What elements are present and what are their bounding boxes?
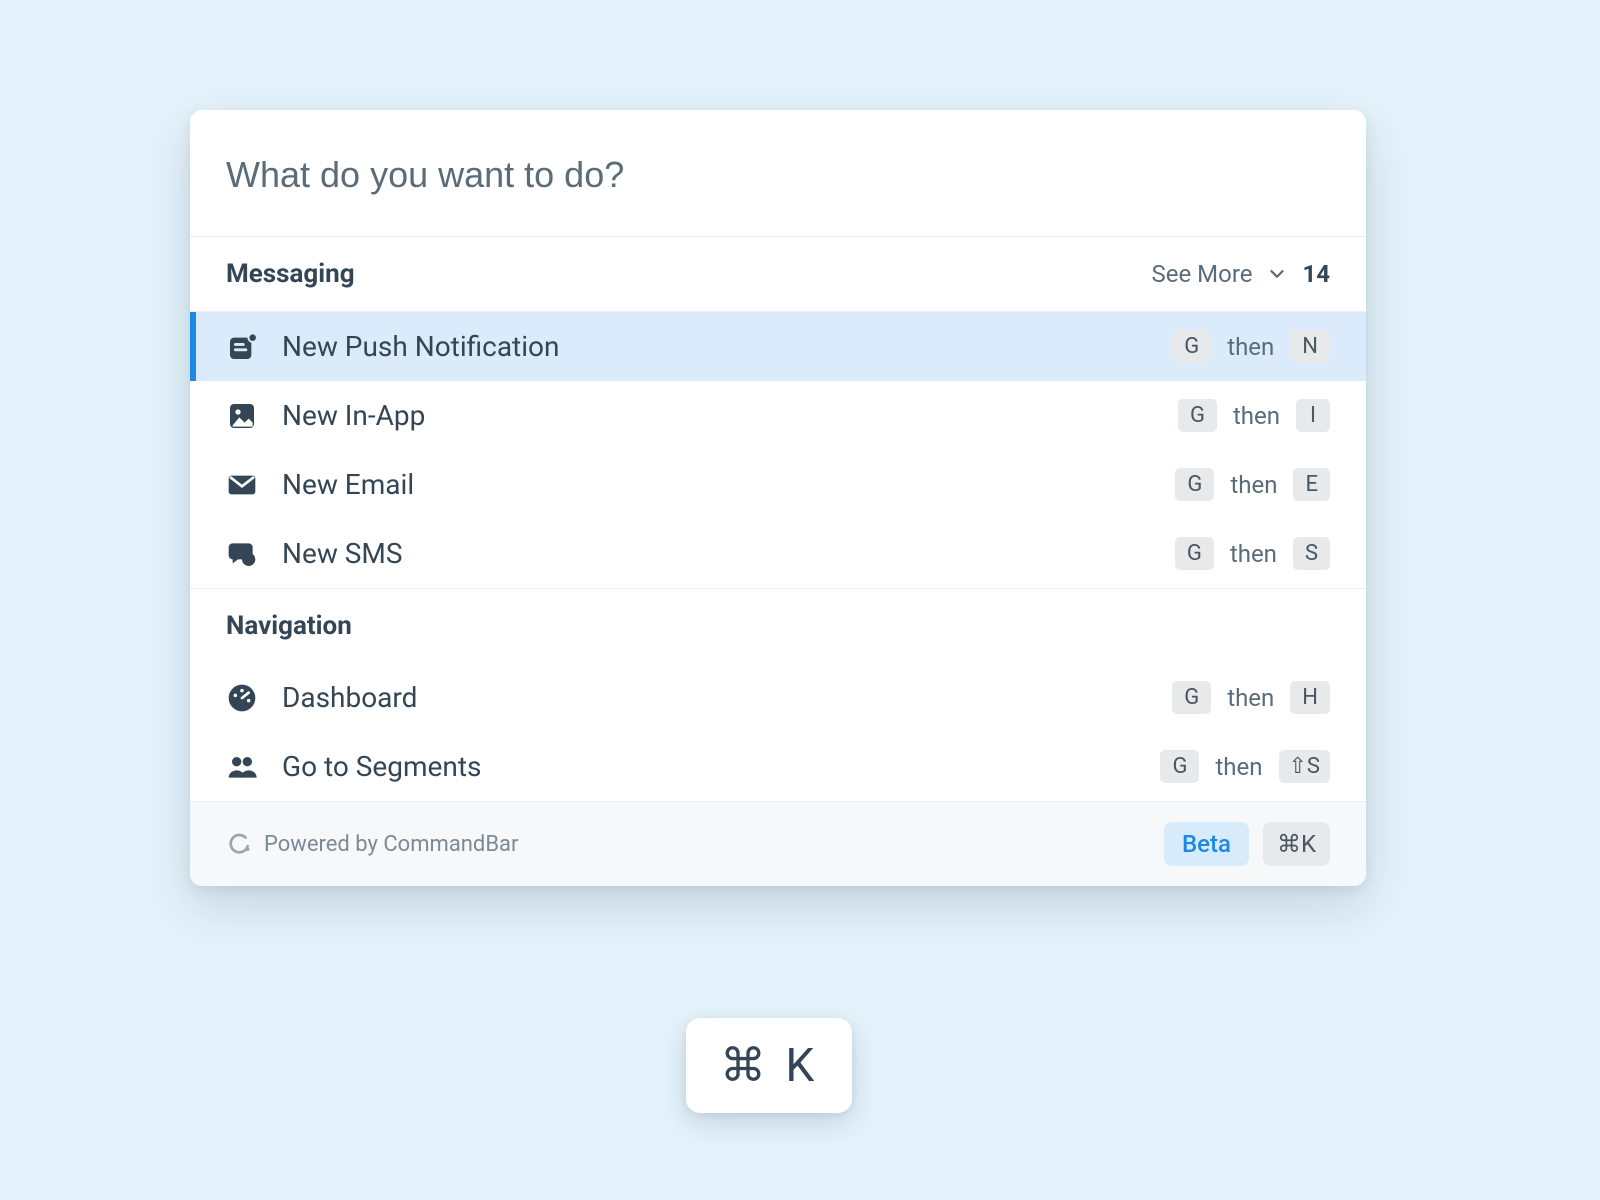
then-label: then (1233, 402, 1280, 430)
powered-by-label: Powered by CommandBar (264, 832, 518, 857)
command-label: New In-App (282, 399, 425, 432)
section-count: 14 (1302, 260, 1330, 288)
section-title: Messaging (226, 259, 355, 289)
command-label: Dashboard (282, 681, 417, 714)
section-header-navigation: Navigation (190, 589, 1366, 663)
palette-footer: Powered by CommandBar Beta ⌘K (190, 801, 1366, 886)
powered-by: Powered by CommandBar (226, 831, 518, 857)
key: G (1172, 330, 1211, 363)
command-item-new-email[interactable]: New Email G then E (190, 450, 1366, 519)
command-item-go-to-segments[interactable]: Go to Segments G then ⇧S (190, 732, 1366, 801)
command-label: New SMS (282, 537, 403, 570)
key: N (1290, 330, 1330, 363)
command-shortcut: G then N (1172, 330, 1330, 363)
command-label: New Email (282, 468, 414, 501)
key: G (1172, 681, 1211, 714)
command-label: Go to Segments (282, 750, 481, 783)
key: ⇧S (1279, 750, 1331, 783)
see-more-button[interactable]: See More (1152, 260, 1253, 288)
beta-badge[interactable]: Beta (1164, 822, 1249, 866)
floating-shortcut-hint: ⌘ K (686, 1018, 852, 1113)
footer-shortcut-badge: ⌘K (1263, 822, 1330, 866)
section-controls: See More 14 (1152, 260, 1330, 288)
command-shortcut: G then I (1178, 399, 1330, 432)
section-header-messaging: Messaging See More 14 (190, 237, 1366, 312)
email-icon (226, 469, 258, 501)
then-label: then (1215, 753, 1262, 781)
command-palette: Messaging See More 14 New Push Notificat… (190, 110, 1366, 886)
command-list-navigation: Dashboard G then H Go to Segments G then… (190, 663, 1366, 801)
key: G (1178, 399, 1217, 432)
key: G (1175, 537, 1214, 570)
command-label: New Push Notification (282, 330, 559, 363)
command-item-dashboard[interactable]: Dashboard G then H (190, 663, 1366, 732)
floating-shortcut-label: ⌘ K (720, 1038, 818, 1093)
command-item-new-push-notification[interactable]: New Push Notification G then N (190, 312, 1366, 381)
push-notification-icon (226, 331, 258, 363)
command-shortcut: G then ⇧S (1160, 750, 1330, 783)
segments-icon (226, 751, 258, 783)
key: G (1175, 468, 1214, 501)
search-input[interactable] (226, 154, 1330, 196)
key: I (1296, 399, 1330, 432)
command-shortcut: G then S (1175, 537, 1330, 570)
key: E (1293, 468, 1330, 501)
key: S (1293, 537, 1330, 570)
command-shortcut: G then E (1175, 468, 1330, 501)
dashboard-icon (226, 682, 258, 714)
command-item-new-in-app[interactable]: New In-App G then I (190, 381, 1366, 450)
command-list-messaging: New Push Notification G then N New In-Ap… (190, 312, 1366, 588)
section-title: Navigation (226, 611, 352, 641)
commandbar-logo-icon (226, 831, 252, 857)
then-label: then (1227, 684, 1274, 712)
command-shortcut: G then H (1172, 681, 1330, 714)
sms-icon (226, 538, 258, 570)
then-label: then (1230, 471, 1277, 499)
key: G (1160, 750, 1199, 783)
key: H (1290, 681, 1330, 714)
command-item-new-sms[interactable]: New SMS G then S (190, 519, 1366, 588)
in-app-icon (226, 400, 258, 432)
then-label: then (1227, 333, 1274, 361)
chevron-down-icon (1266, 263, 1288, 285)
search-area (190, 110, 1366, 237)
then-label: then (1230, 540, 1277, 568)
